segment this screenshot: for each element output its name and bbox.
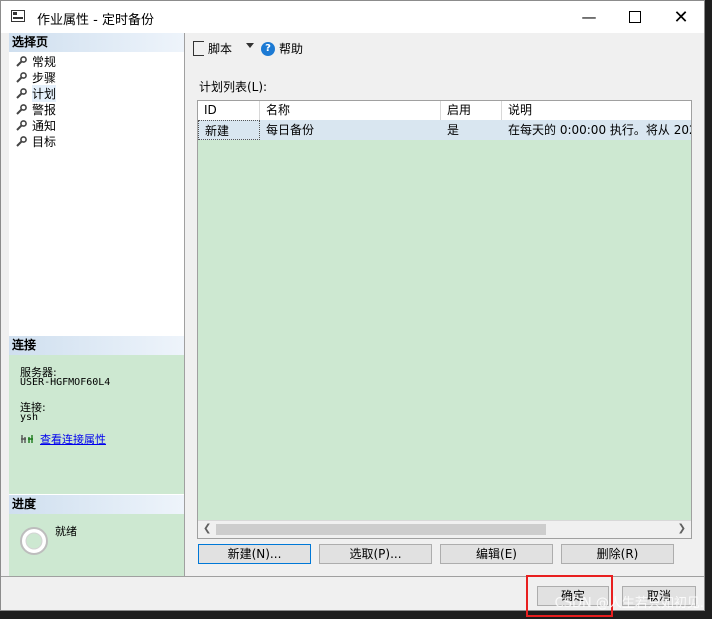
help-label: 帮助 [279, 42, 304, 56]
cell-enabled: 是 [447, 123, 460, 137]
minimize-button[interactable]: — [566, 1, 612, 33]
nav-item-alerts[interactable]: 警报 [16, 101, 56, 117]
progress-header: 进度 [9, 495, 184, 514]
wrench-icon [16, 119, 27, 131]
nav-item-label: 目标 [32, 134, 57, 149]
nav-item-steps[interactable]: 步骤 [16, 69, 56, 85]
wrench-icon [16, 87, 27, 99]
column-header-description[interactable]: 说明 [502, 101, 691, 120]
scroll-right-icon[interactable]: ❯ [678, 523, 686, 534]
close-button[interactable]: ✕ [658, 1, 704, 33]
nav-item-notifications[interactable]: 通知 [16, 117, 56, 133]
progress-section: 就绪 [9, 514, 184, 576]
view-connection-link[interactable]: 查看连接属性 [40, 431, 106, 447]
script-button[interactable]: 脚本 [193, 40, 232, 57]
cell-id: 新建 [198, 120, 260, 140]
new-schedule-button[interactable]: 新建(N)... [198, 544, 311, 564]
connection-value: ysh [20, 412, 39, 423]
title-bar: 作业属性 - 定时备份 — ✕ [1, 1, 704, 33]
window-title: 作业属性 - 定时备份 [37, 13, 154, 28]
grid-header: ID 名称 启用 说明 [198, 101, 691, 121]
right-panel: 脚本 ? 帮助 计划列表(L): ID 名称 启用 说明 新建 每日备份 是 在… [185, 33, 704, 576]
script-label: 脚本 [208, 42, 233, 56]
progress-status: 就绪 [55, 525, 77, 538]
server-value: USER-HGFMOF60L4 [20, 377, 111, 388]
nav-item-schedule[interactable]: 计划 [16, 84, 57, 102]
job-properties-window: 作业属性 - 定时备份 — ✕ 选择页 常规 步骤 计划 警报 通知 目标 连接… [0, 0, 705, 611]
script-dropdown-icon[interactable] [246, 43, 254, 48]
cell-description: 在每天的 0:00:00 执行。将从 202 [508, 123, 692, 137]
horizontal-scrollbar[interactable]: ❮ ❯ [198, 520, 691, 538]
wrench-icon [16, 71, 27, 83]
column-header-name[interactable]: 名称 [260, 101, 441, 120]
connection-section: 服务器: USER-HGFMOF60L4 连接: ysh 查看连接属性 [9, 355, 184, 494]
delete-schedule-button[interactable]: 删除(R) [561, 544, 674, 564]
wrench-icon [16, 103, 27, 115]
nav-item-targets[interactable]: 目标 [16, 133, 56, 149]
schedule-list-label: 计划列表(L): [199, 80, 268, 94]
window-icon [11, 10, 25, 22]
connection-icon [20, 433, 34, 445]
table-row[interactable]: 新建 每日备份 是 在每天的 0:00:00 执行。将从 202 [198, 120, 691, 140]
script-icon [193, 41, 204, 56]
wrench-icon [16, 55, 27, 67]
wrench-icon [16, 135, 27, 147]
nav-item-label: 计划 [32, 84, 57, 102]
nav-item-label: 警报 [32, 102, 57, 117]
toolbar: 脚本 ? 帮助 [185, 33, 704, 59]
schedule-grid[interactable]: ID 名称 启用 说明 新建 每日备份 是 在每天的 0:00:00 执行。将从… [197, 100, 692, 539]
scroll-left-icon[interactable]: ❮ [203, 523, 211, 534]
maximize-button[interactable] [612, 1, 658, 33]
maximize-icon [629, 11, 641, 23]
column-header-id[interactable]: ID [198, 101, 260, 120]
connection-header: 连接 [9, 336, 184, 355]
cell-name: 每日备份 [266, 123, 315, 137]
nav-item-general[interactable]: 常规 [16, 53, 56, 69]
help-icon: ? [261, 41, 275, 56]
select-page-header: 选择页 [9, 33, 184, 52]
pick-schedule-button[interactable]: 选取(P)... [319, 544, 432, 564]
nav-item-label: 常规 [32, 54, 57, 69]
help-button[interactable]: ? 帮助 [261, 40, 303, 57]
nav-item-label: 步骤 [32, 70, 57, 85]
view-connection-properties[interactable]: 查看连接属性 [20, 431, 106, 447]
progress-spinner-icon [18, 525, 50, 557]
nav-item-label: 通知 [32, 118, 57, 133]
watermark: CSDN @人生若只如初见. [554, 596, 704, 611]
column-header-enabled[interactable]: 启用 [441, 101, 502, 120]
scroll-thumb[interactable] [216, 524, 546, 535]
edit-schedule-button[interactable]: 编辑(E) [440, 544, 553, 564]
left-panel: 选择页 常规 步骤 计划 警报 通知 目标 连接 服务器: USER-HGFMO [9, 33, 185, 576]
